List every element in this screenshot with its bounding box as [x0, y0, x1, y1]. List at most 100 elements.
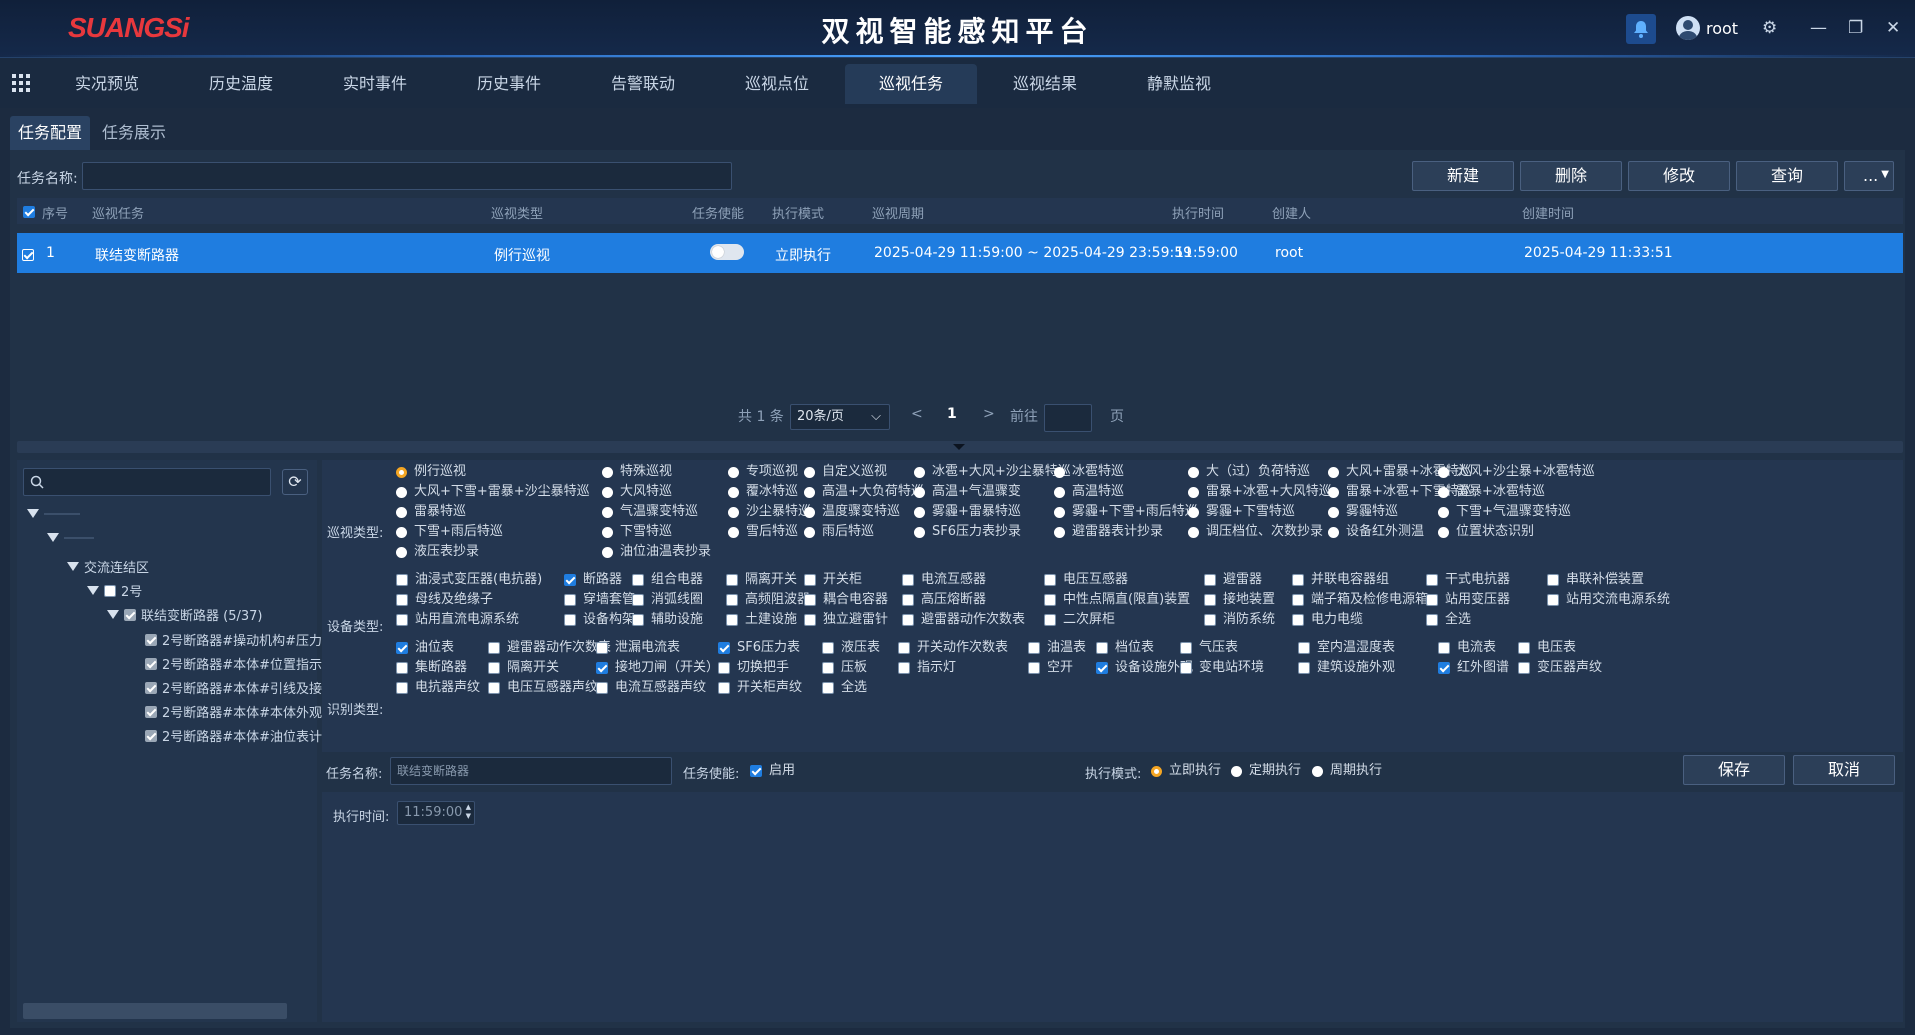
mode-periodic-radio[interactable]: 周期执行 — [1312, 763, 1382, 779]
device-option[interactable]: 接地装置 — [1204, 592, 1275, 608]
tree-leaf[interactable]: 2号断路器#本体#本体外观 — [145, 702, 322, 721]
delete-button[interactable]: 删除 — [1520, 161, 1622, 191]
patrol-option[interactable]: 下雪+雨后特巡 — [396, 524, 503, 540]
device-option[interactable]: 设备构架 — [564, 612, 635, 628]
device-option[interactable]: 消弧线圈 — [632, 592, 703, 608]
patrol-option[interactable]: 沙尘暴特巡 — [728, 504, 811, 520]
gear-icon[interactable]: ⚙ — [1762, 18, 1777, 38]
mode-immediate-radio[interactable]: 立即执行 — [1151, 763, 1221, 779]
tree-leaf[interactable]: 2号断路器#本体#油位表计 — [145, 726, 322, 745]
refresh-icon[interactable]: ⟳ — [282, 469, 308, 495]
form-enable-checkbox[interactable]: 启用 — [750, 763, 795, 779]
user-menu[interactable]: root — [1676, 16, 1738, 40]
device-option[interactable]: 电压互感器 — [1044, 572, 1128, 588]
device-option[interactable]: 站用直流电源系统 — [396, 612, 519, 628]
recog-option[interactable]: 空开 — [1028, 660, 1073, 676]
recog-option[interactable]: SF6压力表 — [718, 640, 800, 656]
tab-live-preview[interactable]: 实况预览 — [41, 64, 173, 104]
cancel-button[interactable]: 取消 — [1793, 755, 1895, 785]
recog-option[interactable]: 全选 — [822, 680, 867, 696]
patrol-option[interactable]: 大风特巡 — [602, 484, 672, 500]
tree-leaf[interactable]: 2号断路器#本体#引线及接 — [145, 678, 322, 697]
recog-option[interactable]: 室内温湿度表 — [1298, 640, 1395, 656]
patrol-option[interactable]: 高温特巡 — [1054, 484, 1124, 500]
prev-page-button[interactable]: < — [911, 406, 923, 422]
row-checkbox[interactable] — [22, 247, 34, 263]
recog-option[interactable]: 电流互感器声纹 — [596, 680, 706, 696]
patrol-option[interactable]: 雪后特巡 — [728, 524, 798, 540]
patrol-option[interactable]: 调压档位、次数抄录 — [1188, 524, 1323, 540]
recog-option[interactable]: 开关动作次数表 — [898, 640, 1008, 656]
device-option[interactable]: 并联电容器组 — [1292, 572, 1389, 588]
tab-patrol-results[interactable]: 巡视结果 — [979, 64, 1111, 104]
patrol-option[interactable]: 雾霾+雷暴特巡 — [914, 504, 1021, 520]
recog-option[interactable]: 液压表 — [822, 640, 880, 656]
patrol-option[interactable]: 雷暴+冰雹特巡 — [1438, 484, 1545, 500]
mode-scheduled-radio[interactable]: 定期执行 — [1231, 763, 1301, 779]
device-option[interactable]: 干式电抗器 — [1426, 572, 1510, 588]
tree-breaker-node[interactable]: 联结变断路器 (5/37) — [107, 605, 262, 624]
device-option[interactable]: 中性点隔直(限直)装置 — [1044, 592, 1190, 608]
device-option[interactable]: 组合电器 — [632, 572, 703, 588]
tree-checkbox[interactable] — [145, 657, 157, 670]
tab-silent-monitor[interactable]: 静默监视 — [1113, 64, 1245, 104]
select-all-checkbox[interactable] — [23, 204, 35, 219]
device-option[interactable]: 电流互感器 — [902, 572, 986, 588]
minimize-icon[interactable]: — — [1810, 18, 1827, 38]
patrol-option[interactable]: 大（过）负荷特巡 — [1188, 464, 1310, 480]
recog-option[interactable]: 变电站环境 — [1180, 660, 1264, 676]
recog-option[interactable]: 压板 — [822, 660, 867, 676]
patrol-option[interactable]: 雷暴特巡 — [396, 504, 466, 520]
device-option[interactable]: 电力电缆 — [1292, 612, 1363, 628]
patrol-option[interactable]: 大风+沙尘暴+冰雹特巡 — [1438, 464, 1595, 480]
recog-option[interactable]: 档位表 — [1096, 640, 1154, 656]
tree-checkbox[interactable] — [104, 584, 116, 597]
notification-button[interactable] — [1626, 14, 1656, 44]
page-size-select[interactable]: 20条/页 ⌵ — [790, 404, 890, 430]
device-option[interactable]: 高压熔断器 — [902, 592, 986, 608]
device-option[interactable]: 断路器 — [564, 572, 622, 588]
recog-option[interactable]: 红外图谱 — [1438, 660, 1509, 676]
tree-search-input[interactable] — [23, 468, 271, 496]
device-option[interactable]: 耦合电容器 — [804, 592, 888, 608]
device-option[interactable]: 独立避雷针 — [804, 612, 888, 628]
patrol-option[interactable]: 气温骤变特巡 — [602, 504, 698, 520]
device-option[interactable]: 穿墙套管 — [564, 592, 635, 608]
device-option[interactable]: 站用交流电源系统 — [1547, 592, 1670, 608]
recog-option[interactable]: 避雷器动作次数表 — [488, 640, 611, 656]
tree-root-node[interactable] — [27, 509, 80, 518]
spinner-icon[interactable]: ▲ ▼ — [466, 803, 471, 821]
recog-option[interactable]: 气压表 — [1180, 640, 1238, 656]
more-button[interactable]: ... ▼ — [1844, 161, 1894, 191]
current-page[interactable]: 1 — [947, 406, 957, 422]
tab-patrol-tasks[interactable]: 巡视任务 — [845, 64, 977, 104]
patrol-option[interactable]: 雷暴+冰雹+大风特巡 — [1188, 484, 1332, 500]
patrol-option[interactable]: 液压表抄录 — [396, 544, 479, 560]
device-option[interactable]: 高频阻波器 — [726, 592, 810, 608]
edit-button[interactable]: 修改 — [1628, 161, 1730, 191]
patrol-option[interactable]: 雾霾+下雪+雨后特巡 — [1054, 504, 1198, 520]
device-option[interactable]: 站用变压器 — [1426, 592, 1510, 608]
device-option[interactable]: 二次屏柜 — [1044, 612, 1115, 628]
tree-checkbox[interactable] — [145, 705, 157, 718]
patrol-option[interactable]: 特殊巡视 — [602, 464, 672, 480]
recog-option[interactable]: 隔离开关 — [488, 660, 559, 676]
tree-checkbox[interactable] — [145, 729, 157, 742]
tree-leaf[interactable]: 2号断路器#操动机构#压力 — [145, 630, 322, 649]
tree-checkbox[interactable] — [145, 681, 157, 694]
tab-patrol-points[interactable]: 巡视点位 — [711, 64, 843, 104]
patrol-option[interactable]: 雾霾+下雪特巡 — [1188, 504, 1295, 520]
tree-node-2[interactable]: 2号 — [87, 581, 142, 600]
recog-option[interactable]: 设备设施外观 — [1096, 660, 1193, 676]
tab-alarm-linkage[interactable]: 告警联动 — [577, 64, 709, 104]
device-option[interactable]: 消防系统 — [1204, 612, 1275, 628]
save-button[interactable]: 保存 — [1683, 755, 1785, 785]
device-option[interactable]: 母线及绝缘子 — [396, 592, 493, 608]
recog-option[interactable]: 电抗器声纹 — [396, 680, 480, 696]
patrol-option[interactable]: 自定义巡视 — [804, 464, 887, 480]
recog-option[interactable]: 油温表 — [1028, 640, 1086, 656]
patrol-option[interactable]: 设备红外测温 — [1328, 524, 1424, 540]
patrol-option[interactable]: 温度骤变特巡 — [804, 504, 900, 520]
recog-option[interactable]: 电流表 — [1438, 640, 1496, 656]
patrol-option[interactable]: 例行巡视 — [396, 464, 466, 480]
